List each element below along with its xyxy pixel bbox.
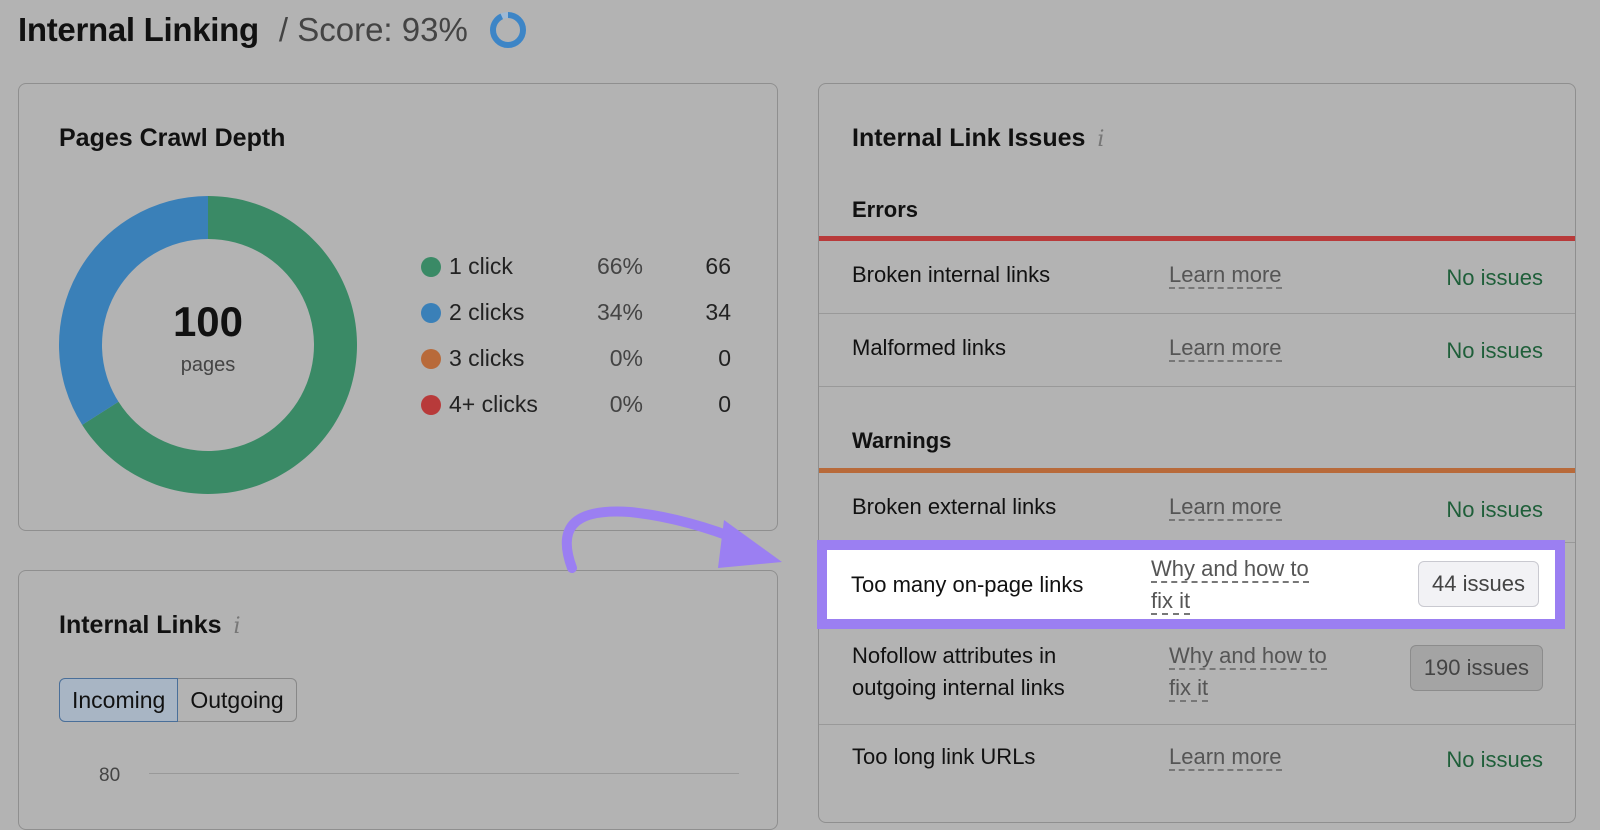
legend-percent: 34% [596,299,643,325]
issue-row-broken-external-links: Broken external links Learn more No issu… [819,473,1575,543]
legend-dot [421,257,441,277]
legend-value: 0 [718,391,731,417]
issue-status: No issues [1446,747,1543,772]
page-header: Internal Linking / Score: 93% [18,8,528,52]
issue-name-line2: outgoing internal links [852,675,1065,700]
issues-count-badge[interactable]: 190 issues [1409,645,1543,691]
tab-incoming[interactable]: Incoming [59,678,179,722]
issue-name: Broken internal links [852,262,1051,287]
legend-row-1-click[interactable]: 1 click 66% 66 [421,251,731,297]
links-direction-tabs: Incoming Outgoing [59,678,297,722]
issue-name-line1: Nofollow attributes in [852,643,1057,668]
legend-label: 3 clicks [449,345,525,371]
learn-more-link[interactable]: Learn more [1169,491,1282,523]
internal-links-card: Internal Links i Incoming Outgoing 80 [18,570,778,830]
donut-center-unit: pages [180,354,236,376]
internal-link-issues-card: Internal Link Issues i Errors Broken inte… [818,83,1576,823]
legend-label: 4+ clicks [449,391,538,417]
legend-label: 1 click [449,253,513,279]
info-icon[interactable]: i [234,614,241,639]
chart-gridline [149,773,739,774]
issues-title: Internal Link Issues i [852,124,1104,153]
crawl-depth-card: Pages Crawl Depth 100 pages 1 click 66% … [18,83,778,531]
score-ring-icon [489,12,526,48]
legend-dot [421,303,441,323]
issue-name: Nofollow attributes in outgoing internal… [852,640,1065,704]
legend-label: 2 clicks [449,299,525,325]
learn-more-link[interactable]: Learn more [1169,332,1282,364]
learn-more-link[interactable]: Learn more [1169,741,1282,773]
issue-name: Too long link URLs [852,744,1036,769]
crawl-depth-legend: 1 click 66% 66 2 clicks 34% 34 3 clicks … [421,251,731,435]
issue-status: No issues [1446,265,1543,290]
callout-arrow-icon [561,506,782,573]
score-label: / Score: 93% [278,11,468,48]
warnings-section-title: Warnings [852,428,952,453]
legend-dot [421,349,441,369]
issue-name: Broken external links [852,494,1057,519]
issues-count-badge[interactable]: 44 issues [1418,561,1539,607]
issue-name: Malformed links [852,335,1007,360]
legend-percent: 0% [609,391,643,417]
legend-value: 34 [705,299,731,325]
donut-center-count: 100 [172,298,244,345]
issue-row-broken-internal-links: Broken internal links Learn more No issu… [819,241,1575,314]
tab-outgoing[interactable]: Outgoing [178,678,297,722]
issue-name: Too many on-page links [851,572,1084,597]
errors-section-title: Errors [852,197,919,222]
legend-row-4-plus-clicks[interactable]: 4+ clicks 0% 0 [421,389,731,435]
issue-row-too-long-link-urls: Too long link URLs Learn more No issues [819,725,1575,795]
issue-status: No issues [1446,497,1543,522]
legend-value: 66 [705,253,731,279]
y-axis-tick: 80 [99,765,121,786]
issue-row-too-many-on-page-links: Too many on-page links Why and how to fi… [817,540,1565,629]
legend-row-3-clicks[interactable]: 3 clicks 0% 0 [421,343,731,389]
learn-more-link[interactable]: Learn more [1169,259,1282,291]
legend-dot [421,395,441,415]
issues-title-text: Internal Link Issues [852,124,1086,152]
page-title: Internal Linking [18,11,259,48]
legend-value: 0 [718,345,731,371]
issue-row-nofollow-attributes: Nofollow attributes in outgoing internal… [819,630,1575,725]
legend-percent: 0% [609,345,643,371]
info-icon[interactable]: i [1097,127,1104,152]
legend-row-2-clicks[interactable]: 2 clicks 34% 34 [421,297,731,343]
legend-percent: 66% [596,253,643,279]
internal-links-title: Internal Links i [59,611,241,640]
why-and-how-link[interactable]: Why and how to fix it [1151,553,1309,617]
issue-status: No issues [1446,338,1543,363]
issue-row-malformed-links: Malformed links Learn more No issues [819,314,1575,387]
why-and-how-link[interactable]: Why and how to fix it [1169,640,1327,704]
crawl-depth-title: Pages Crawl Depth [59,124,286,152]
internal-links-title-text: Internal Links [59,611,222,639]
